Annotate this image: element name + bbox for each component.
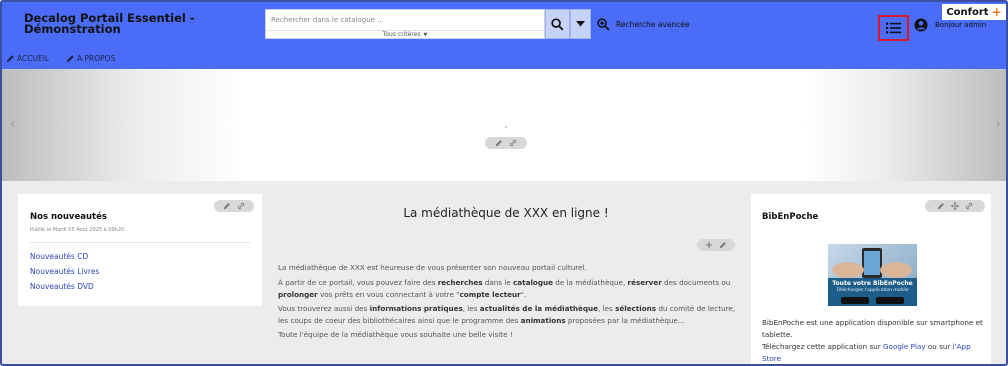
bibenpoche-card: BibEnPoche Toute votre BibEnPoche Téléch…	[751, 194, 991, 364]
criteria-label: Tous critères	[382, 31, 421, 38]
news-link[interactable]: Nouveautés DVD	[30, 282, 94, 291]
carousel-next-arrow[interactable]: ›	[995, 116, 1001, 132]
carousel-indicator[interactable]	[505, 126, 507, 128]
card-edit-toolbar	[925, 200, 985, 212]
caret-down-icon	[576, 21, 585, 27]
card-title: Nos nouveautés	[30, 212, 107, 222]
plus-icon: +	[991, 5, 1002, 19]
card-edit-toolbar	[214, 200, 254, 212]
menu-list-button[interactable]	[878, 15, 909, 41]
pencil-icon	[6, 55, 14, 63]
user-avatar-icon	[914, 18, 928, 32]
welcome-section: La médiathèque de XXX en ligne ! La médi…	[266, 194, 746, 364]
publish-date: Publié le Mardi 05 Août 2025 à 09h20	[30, 227, 125, 233]
link-icon[interactable]	[237, 202, 245, 210]
pencil-icon[interactable]	[495, 139, 503, 147]
confort-label: Confort	[946, 6, 989, 18]
user-menu[interactable]: Bonjour admin	[914, 18, 986, 32]
plus-icon[interactable]	[705, 241, 713, 249]
promo-subtitle: Téléchargez l'application mobile	[836, 288, 909, 293]
move-icon[interactable]	[951, 202, 959, 210]
closing-paragraph: Toute l'équipe de la médiathèque vous so…	[278, 330, 513, 339]
google-play-badge[interactable]	[841, 297, 869, 304]
search-box: Tous critères▼	[265, 9, 545, 39]
welcome-paragraph: La médiathèque de XXX est heureuse de vo…	[278, 263, 587, 272]
news-card: Nos nouveautés Publié le Mardi 05 Août 2…	[18, 194, 262, 306]
site-header: Decalog Portail Essentiel - Démonstratio…	[2, 2, 1006, 49]
promo-title: Toute votre BibEnPoche	[832, 280, 913, 287]
nav-item-a-propos[interactable]: A PROPOS	[66, 54, 115, 63]
browser-frame: Decalog Portail Essentiel - Démonstratio…	[0, 0, 1008, 366]
list-icon	[886, 22, 901, 34]
pencil-icon[interactable]	[223, 202, 231, 210]
link-icon[interactable]	[965, 202, 973, 210]
bibenpoche-promo-image[interactable]: Toute votre BibEnPoche Téléchargez l'app…	[828, 244, 917, 306]
info-paragraph: Vous trouverez aussi des informations pr…	[278, 304, 736, 325]
nav-label: ACCUEIL	[17, 54, 50, 63]
divider	[30, 242, 250, 243]
smartphone-icon	[832, 248, 912, 278]
carousel-edit-toolbar	[485, 137, 527, 149]
nav-item-accueil[interactable]: ACCUEIL	[6, 54, 49, 63]
user-greeting: Bonjour admin	[935, 21, 987, 29]
pencil-icon[interactable]	[719, 241, 727, 249]
features-paragraph: À partir de ce portail, vous pouvez fair…	[278, 278, 731, 299]
search-scope-dropdown[interactable]	[570, 9, 591, 39]
main-nav: ACCUEIL A PROPOS	[2, 49, 1006, 69]
promo-banner: Toute votre BibEnPoche Téléchargez l'app…	[828, 278, 917, 306]
card-title: BibEnPoche	[762, 212, 819, 222]
download-text: Téléchargez cette application sur Google…	[762, 342, 971, 363]
pencil-icon[interactable]	[937, 202, 945, 210]
page-title: La médiathèque de XXX en ligne !	[403, 206, 609, 220]
news-link[interactable]: Nouveautés CD	[30, 252, 88, 261]
search-icon	[551, 17, 564, 31]
zoom-in-icon	[597, 18, 610, 31]
nav-label: A PROPOS	[77, 54, 116, 63]
advanced-search-link[interactable]: Recherche avancée	[597, 18, 690, 31]
advanced-search-label: Recherche avancée	[616, 20, 690, 29]
confort-button[interactable]: Confort +	[942, 4, 1006, 20]
search-input[interactable]	[266, 10, 544, 30]
app-description: BibEnPoche est une application disponibl…	[762, 318, 983, 339]
site-title[interactable]: Decalog Portail Essentiel - Démonstratio…	[24, 12, 234, 35]
criteria-select[interactable]: Tous critères ▼	[266, 30, 544, 39]
section-edit-toolbar	[697, 239, 735, 251]
pencil-icon	[66, 55, 74, 63]
promo-photo	[828, 244, 917, 278]
carousel-prev-arrow[interactable]: ‹	[10, 116, 16, 132]
caret-down-icon: ▼	[423, 32, 428, 38]
image-carousel: ‹ ›	[2, 69, 1006, 181]
search-button[interactable]	[545, 9, 570, 39]
news-link[interactable]: Nouveautés Livres	[30, 267, 99, 276]
link-icon[interactable]	[509, 139, 517, 147]
app-store-badge[interactable]	[876, 297, 904, 304]
google-play-link[interactable]: Google Play	[883, 342, 926, 351]
